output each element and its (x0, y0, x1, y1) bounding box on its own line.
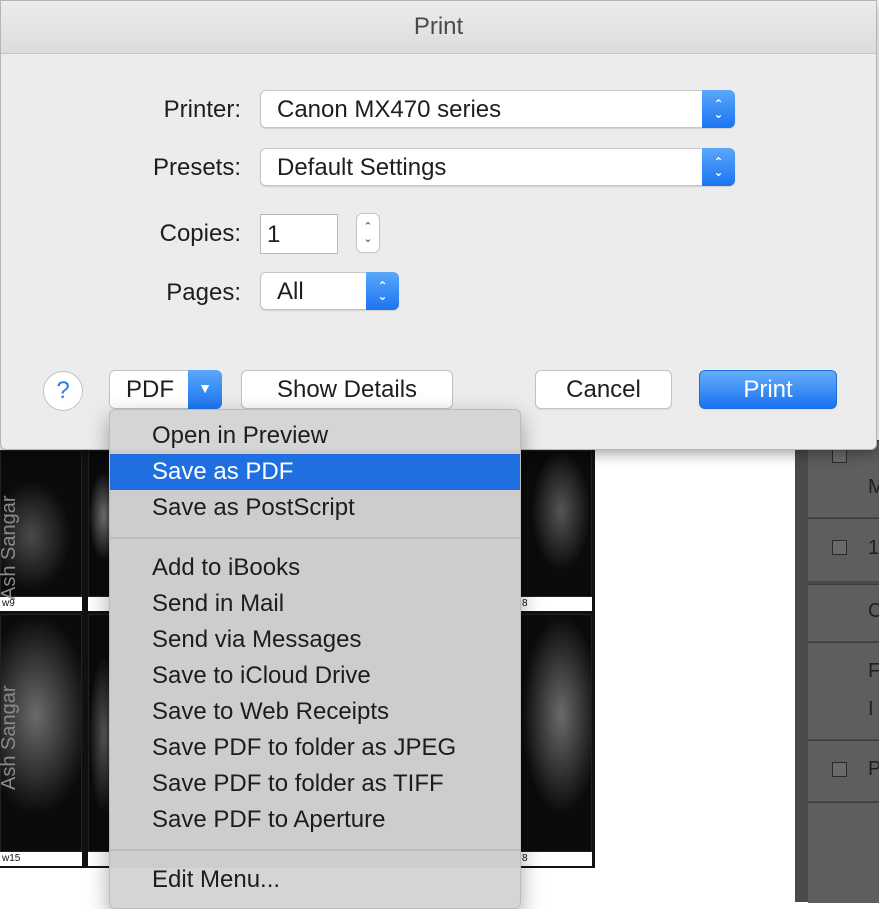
help-icon: ? (56, 377, 70, 404)
up-down-chevron-icon: ⌃ ⌄ (366, 272, 399, 310)
panel-label: C (868, 600, 879, 622)
panel-checkbox[interactable] (832, 762, 847, 777)
pdf-label: PDF (126, 376, 174, 403)
thumbnail-3 (520, 450, 592, 597)
copies-stepper[interactable]: ⌃ ⌄ (356, 213, 380, 253)
menu-item-save-as-pdf[interactable]: Save as PDF (110, 454, 520, 490)
pdf-menu-button[interactable]: PDF ▼ (109, 370, 222, 409)
panel-label: P (868, 758, 879, 780)
chevron-down-icon[interactable]: ⌄ (363, 233, 372, 245)
panel-row (808, 802, 879, 903)
thumbnail-caption: 8 (520, 597, 592, 611)
menu-item-save-to-web-receipts[interactable]: Save to Web Receipts (110, 694, 520, 730)
up-down-chevron-icon: ⌃ ⌄ (702, 90, 735, 128)
menu-item-send-via-messages[interactable]: Send via Messages (110, 622, 520, 658)
menu-item-save-pdf-jpeg[interactable]: Save PDF to folder as JPEG (110, 730, 520, 766)
watermark-text: Ash Sangar (0, 495, 20, 600)
watermark-text: Ash Sangar (0, 685, 20, 790)
menu-item-save-pdf-tiff[interactable]: Save PDF to folder as TIFF (110, 766, 520, 802)
pages-value: All (277, 278, 304, 305)
presets-value: Default Settings (277, 154, 447, 181)
menu-item-edit-menu[interactable]: Edit Menu... (110, 862, 520, 898)
panel-label: I (868, 698, 874, 720)
panel-label: M (868, 476, 879, 498)
chevron-up-icon[interactable]: ⌃ (363, 221, 372, 233)
presets-select[interactable]: Default Settings ⌃ ⌄ (260, 148, 735, 186)
printer-select[interactable]: Canon MX470 series ⌃ ⌄ (260, 90, 735, 128)
copies-input[interactable]: 1 (260, 214, 338, 254)
panel-checkbox[interactable] (832, 540, 847, 555)
panel-row (808, 642, 879, 739)
menu-item-save-pdf-aperture[interactable]: Save PDF to Aperture (110, 802, 520, 838)
menu-item-send-in-mail[interactable]: Send in Mail (110, 586, 520, 622)
menu-item-save-to-icloud-drive[interactable]: Save to iCloud Drive (110, 658, 520, 694)
menu-separator (110, 537, 520, 539)
dialog-title: Print (1, 1, 876, 54)
menu-item-save-as-postscript[interactable]: Save as PostScript (110, 490, 520, 526)
presets-label: Presets: (152, 154, 241, 181)
menu-item-add-to-ibooks[interactable]: Add to iBooks (110, 550, 520, 586)
copies-label: Copies: (159, 220, 241, 247)
printer-value: Canon MX470 series (277, 96, 502, 123)
print-button[interactable]: Print (699, 370, 837, 409)
cancel-button[interactable]: Cancel (535, 370, 672, 409)
help-button[interactable]: ? (43, 371, 83, 411)
pages-label: Pages: (166, 279, 241, 306)
menu-separator (110, 849, 520, 851)
panel-label: F (868, 660, 879, 682)
printer-label: Printer: (163, 96, 241, 123)
pages-select[interactable]: All ⌃ ⌄ (260, 272, 399, 310)
thumbnail-caption: 8 (520, 852, 592, 866)
thumbnail-6 (520, 614, 592, 852)
show-details-button[interactable]: Show Details (241, 370, 453, 409)
print-dialog: Print Printer: Canon MX470 series ⌃ ⌄ Pre… (0, 0, 877, 450)
thumbnail-caption: w15 (0, 852, 82, 866)
panel-label: 1 (868, 537, 879, 559)
thumbnail-2 (88, 450, 110, 597)
thumbnail-5 (88, 614, 110, 852)
menu-item-open-in-preview[interactable]: Open in Preview (110, 418, 520, 454)
pdf-dropdown-menu: Open in Preview Save as PDF Save as Post… (109, 409, 521, 909)
thumbnail-caption (88, 852, 110, 866)
thumbnail-caption (88, 597, 110, 611)
chevron-down-icon: ▼ (188, 370, 222, 409)
panel-checkbox[interactable] (832, 448, 847, 463)
up-down-chevron-icon: ⌃ ⌄ (702, 148, 735, 186)
